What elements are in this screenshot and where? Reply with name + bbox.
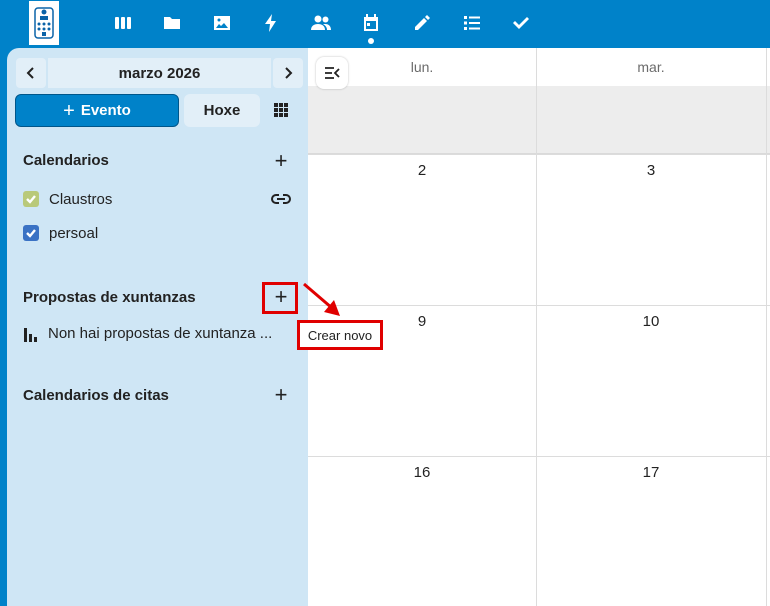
collapse-sidebar-icon <box>325 67 340 79</box>
coat-of-arms-icon <box>34 7 54 39</box>
add-appointment-calendar-button[interactable]: + <box>269 383 293 407</box>
highlight-box <box>262 282 298 314</box>
contacts-icon[interactable] <box>310 12 332 34</box>
calendars-section-title: Calendarios <box>23 152 109 169</box>
proposals-empty-text: Non hai propostas de xuntanza ... <box>48 325 273 342</box>
week-divider <box>308 456 770 457</box>
day-number[interactable]: 16 <box>308 464 536 481</box>
check-icon <box>26 195 36 204</box>
grid-icon <box>274 103 288 117</box>
link-icon[interactable] <box>271 189 291 209</box>
view-switcher-button[interactable] <box>269 98 293 122</box>
new-event-button[interactable]: + Evento <box>15 94 179 127</box>
new-event-label: Evento <box>80 102 131 119</box>
day-number[interactable]: 10 <box>537 313 765 330</box>
plus-icon: + <box>274 148 288 173</box>
chevron-left-icon <box>26 67 34 79</box>
deck-check-icon[interactable] <box>510 12 532 34</box>
tooltip: Crear novo <box>297 320 383 350</box>
calendar-checkbox[interactable] <box>23 191 39 207</box>
annotation-arrow-icon <box>303 282 340 316</box>
previous-month-button[interactable] <box>16 58 46 88</box>
day-number[interactable]: 3 <box>537 162 765 179</box>
bar-chart-icon <box>24 327 37 342</box>
photos-icon[interactable] <box>211 12 233 34</box>
calendar-item-persoal[interactable]: persoal <box>23 222 98 244</box>
day-number[interactable]: 17 <box>537 464 765 481</box>
next-month-button[interactable] <box>273 58 303 88</box>
all-day-row[interactable] <box>308 86 770 154</box>
calendar-icon[interactable] <box>360 12 382 44</box>
dashboard-icon[interactable] <box>112 12 134 34</box>
sidebar: marzo 2026 + Evento Hoxe Calendarios + C… <box>7 48 308 606</box>
plus-icon: + <box>63 99 75 122</box>
calendar-item-label: persoal <box>49 224 99 242</box>
chevron-right-icon <box>285 67 293 79</box>
column-divider <box>766 48 767 606</box>
calendar-item-claustros[interactable]: Claustros <box>23 188 112 210</box>
week-divider <box>308 305 770 306</box>
plus-icon: + <box>274 382 288 407</box>
proposals-empty-item: Non hai propostas de xuntanza ... <box>23 325 293 342</box>
month-navigation: marzo 2026 <box>16 58 303 88</box>
check-icon <box>26 229 36 238</box>
calendar-item-label: Claustros <box>49 190 113 208</box>
proposals-section-title: Propostas de xuntanzas <box>23 289 196 306</box>
logo[interactable] <box>29 1 59 45</box>
activity-icon[interactable] <box>260 12 282 34</box>
today-button[interactable]: Hoxe <box>184 94 260 127</box>
week-divider <box>308 154 770 155</box>
toggle-sidebar-button[interactable] <box>316 57 348 89</box>
add-calendar-button[interactable]: + <box>269 149 293 173</box>
files-icon[interactable] <box>161 12 183 34</box>
calendar-checkbox[interactable] <box>23 225 39 241</box>
day-number[interactable]: 2 <box>308 162 536 179</box>
month-picker[interactable]: marzo 2026 <box>48 58 271 88</box>
notes-icon[interactable] <box>411 12 433 34</box>
appointments-section-title: Calendarios de citas <box>23 387 169 404</box>
tasks-list-icon[interactable] <box>461 12 483 34</box>
top-bar <box>0 0 770 48</box>
day-header-tuesday: mar. <box>637 59 665 75</box>
